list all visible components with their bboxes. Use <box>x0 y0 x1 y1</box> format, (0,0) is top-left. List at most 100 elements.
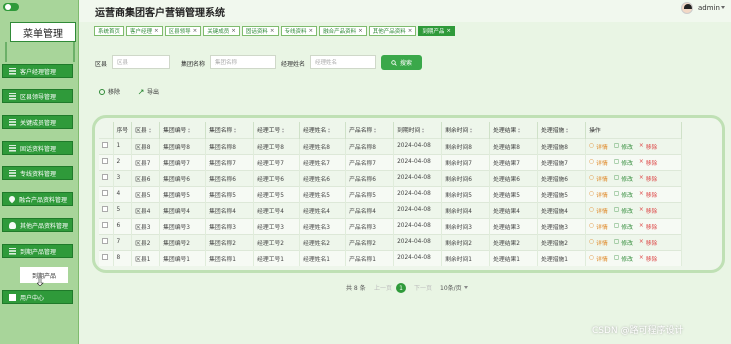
avatar[interactable] <box>681 2 693 14</box>
close-icon[interactable]: × <box>358 28 363 34</box>
row-checkbox[interactable] <box>102 254 108 261</box>
close-icon[interactable]: × <box>270 28 275 34</box>
tab-6[interactable]: 融合产品资料 × <box>319 26 367 36</box>
sidebar-item-7[interactable]: 到期产品管理 <box>2 244 73 258</box>
column-header[interactable]: 处理结果 <box>489 122 539 138</box>
delete-button[interactable]: × 移除 <box>639 142 657 151</box>
sort-icon[interactable] <box>422 128 425 134</box>
row-checkbox[interactable] <box>102 238 108 244</box>
sidebar-item-0[interactable]: 客户经理管理 <box>2 64 73 78</box>
delete-button[interactable]: × 移除 <box>639 254 657 263</box>
column-header[interactable]: 产品名称 <box>345 122 395 138</box>
edit-button[interactable]: ▢ 修改 <box>614 238 633 247</box>
sort-icon[interactable] <box>518 128 521 134</box>
sidebar-item-2[interactable]: 关键成员管理 <box>2 115 73 129</box>
view-button[interactable]: ○ 详情 <box>589 238 608 247</box>
sidebar-item-user-center[interactable]: 用户中心 <box>2 290 73 304</box>
table-cell: 剩余时间7 <box>441 153 491 170</box>
column-header[interactable]: 集团编号 <box>159 122 207 138</box>
pagination-prev[interactable]: 上一页 <box>374 283 392 292</box>
row-checkbox[interactable] <box>102 142 108 148</box>
sidebar-toggle[interactable] <box>3 3 19 11</box>
delete-button[interactable]: 移除 <box>99 87 120 96</box>
username[interactable]: admin <box>698 4 720 12</box>
view-button[interactable]: ○ 详情 <box>589 190 608 199</box>
view-button[interactable]: ○ 详情 <box>589 142 608 151</box>
edit-button[interactable]: ▢ 修改 <box>614 142 633 151</box>
close-icon[interactable]: × <box>154 28 159 34</box>
sort-icon[interactable] <box>282 128 285 134</box>
sidebar-item-6[interactable]: 其他产品资料管理 <box>2 218 73 232</box>
sort-icon[interactable] <box>188 128 191 134</box>
sidebar-item-4[interactable]: 专线资料管理 <box>2 166 73 180</box>
delete-button[interactable]: × 移除 <box>639 238 657 247</box>
row-checkbox[interactable] <box>102 190 108 196</box>
tab-0[interactable]: 系统首页 <box>94 26 125 36</box>
view-button[interactable]: ○ 详情 <box>589 206 608 215</box>
edit-button[interactable]: ▢ 修改 <box>614 206 633 215</box>
close-icon[interactable]: × <box>231 28 236 34</box>
delete-button[interactable]: × 移除 <box>639 174 657 183</box>
sort-icon[interactable] <box>148 128 152 134</box>
view-button[interactable]: ○ 详情 <box>589 174 608 183</box>
edit-button[interactable]: ▢ 修改 <box>614 158 633 167</box>
edit-button[interactable]: ▢ 修改 <box>614 254 633 263</box>
sort-icon[interactable] <box>470 128 473 134</box>
column-header[interactable]: 经理工号 <box>253 122 301 138</box>
table-cell: 产品名称3 <box>345 217 395 234</box>
column-header[interactable]: 经理姓名 <box>299 122 347 138</box>
column-header[interactable]: 到期时间 <box>393 122 443 138</box>
sort-icon[interactable] <box>374 128 377 134</box>
tab-4[interactable]: 固话资料 × <box>241 26 279 36</box>
tab-8[interactable]: 到期产品 × <box>418 26 456 36</box>
close-icon[interactable]: × <box>309 28 314 34</box>
sort-icon[interactable] <box>234 128 237 134</box>
close-icon[interactable]: × <box>446 28 451 34</box>
page-size-select[interactable]: 10条/页 <box>440 283 468 292</box>
view-button[interactable]: ○ 详情 <box>589 158 608 167</box>
pagination-current[interactable]: 1 <box>396 283 406 293</box>
column-header[interactable]: 处理措施 <box>537 122 587 138</box>
pagination-next[interactable]: 下一页 <box>414 283 432 292</box>
column-header[interactable]: 集团名称 <box>205 122 255 138</box>
edit-button[interactable]: ▢ 修改 <box>614 190 633 199</box>
column-header[interactable]: 剩余时间 <box>441 122 491 138</box>
close-icon[interactable]: × <box>408 28 413 34</box>
edit-button[interactable]: ▢ 修改 <box>614 174 633 183</box>
page-number[interactable]: 1 <box>396 283 406 293</box>
row-checkbox[interactable] <box>102 222 108 228</box>
table-cell: 剩余时间3 <box>441 217 491 234</box>
row-checkbox[interactable] <box>102 206 108 212</box>
toggle-icon[interactable] <box>3 3 19 11</box>
tab-7[interactable]: 其他产品资料 × <box>368 26 417 36</box>
view-button[interactable]: ○ 详情 <box>589 254 608 263</box>
row-checkbox[interactable] <box>102 174 108 180</box>
sort-icon[interactable] <box>328 128 331 134</box>
column-header[interactable]: 区县 <box>131 122 161 138</box>
close-icon[interactable]: × <box>193 28 198 34</box>
tab-1[interactable]: 客户经理 × <box>126 26 163 36</box>
tab-5[interactable]: 专线资料 × <box>280 26 318 36</box>
delete-button[interactable]: × 移除 <box>639 158 657 167</box>
delete-button[interactable]: × 移除 <box>639 206 657 215</box>
county-input[interactable]: 区县 <box>112 55 170 69</box>
export-button[interactable]: 导出 <box>138 87 159 96</box>
tab-2[interactable]: 区县领导 × <box>164 26 202 36</box>
chevron-down-icon[interactable] <box>721 6 725 9</box>
group-name-input[interactable]: 集团名称 <box>210 55 276 69</box>
row-checkbox[interactable] <box>102 158 108 164</box>
delete-button[interactable]: × 移除 <box>639 190 657 199</box>
manager-name-input[interactable]: 经理姓名 <box>310 55 376 69</box>
search-button[interactable]: 搜索 <box>381 55 422 70</box>
edit-button[interactable]: ▢ 修改 <box>614 222 633 231</box>
remove-icon <box>99 88 105 95</box>
sidebar-item-3[interactable]: 固话资料管理 <box>2 141 73 155</box>
close-icon: × <box>638 143 644 149</box>
table-cell: 1 <box>113 137 133 154</box>
sort-icon[interactable] <box>566 128 569 134</box>
tab-3[interactable]: 关键成员 × <box>203 26 240 36</box>
delete-button[interactable]: × 移除 <box>639 222 657 231</box>
sidebar-item-1[interactable]: 区县领导管理 <box>2 89 73 103</box>
view-button[interactable]: ○ 详情 <box>589 222 608 231</box>
sidebar-item-5[interactable]: 融合产品资料管理 <box>2 192 73 206</box>
